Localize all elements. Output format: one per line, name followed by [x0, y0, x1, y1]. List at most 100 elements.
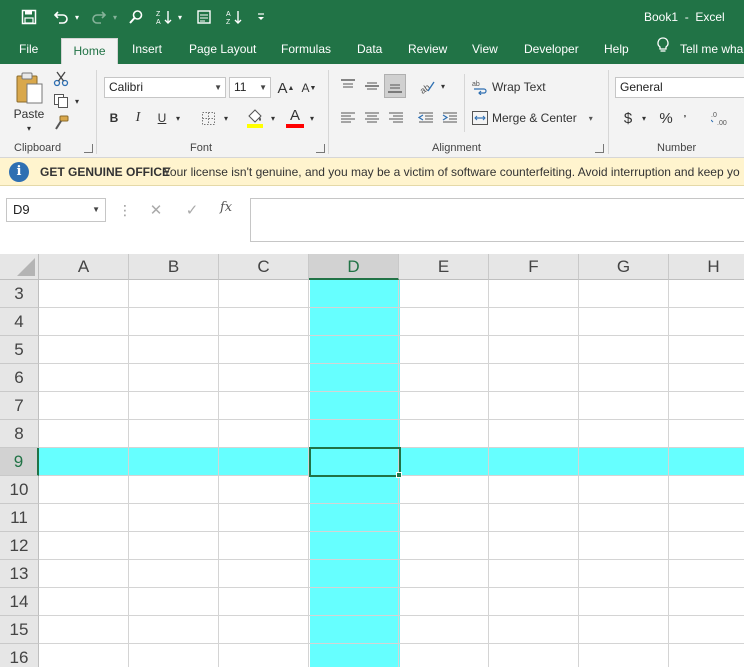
increase-indent-icon[interactable]: [440, 108, 460, 128]
decrease-indent-icon[interactable]: [416, 108, 436, 128]
redo-icon[interactable]: [88, 6, 110, 28]
tab-page-layout[interactable]: Page Layout: [189, 35, 256, 64]
align-top-icon[interactable]: [338, 76, 358, 96]
worksheet-grid[interactable]: ABCDEFGH 3 4 5 6 7 8 9 10 11 12 13 14 15 16: [0, 254, 744, 667]
svg-text:Z: Z: [226, 19, 231, 25]
row-header-12[interactable]: 12: [0, 532, 39, 560]
orientation-icon[interactable]: ab: [416, 76, 438, 96]
tab-home[interactable]: Home: [61, 38, 118, 64]
column-header-h[interactable]: H: [669, 254, 744, 280]
tab-view[interactable]: View: [472, 35, 498, 64]
align-bottom-icon[interactable]: [384, 74, 406, 98]
sort-dropdown-icon[interactable]: ▾: [175, 6, 185, 28]
row-header-11[interactable]: 11: [0, 504, 39, 532]
column-header-f[interactable]: F: [489, 254, 579, 280]
align-right-icon[interactable]: [386, 108, 406, 128]
tab-data[interactable]: Data: [357, 35, 382, 64]
row-header-15[interactable]: 15: [0, 616, 39, 644]
row-header-8[interactable]: 8: [0, 420, 39, 448]
clipboard-launcher-icon[interactable]: [84, 144, 93, 153]
paste-dropdown-icon[interactable]: ▾: [22, 122, 36, 134]
active-cell-d9[interactable]: [309, 447, 401, 477]
row-header-14[interactable]: 14: [0, 588, 39, 616]
grow-font-button[interactable]: A ▲: [277, 78, 295, 98]
undo-icon[interactable]: [50, 6, 72, 28]
row-header-9[interactable]: 9: [0, 448, 39, 476]
wrap-text-button[interactable]: ab Wrap Text: [472, 76, 552, 98]
bold-button[interactable]: B: [106, 108, 122, 128]
increase-decimal-icon[interactable]: .0.00: [710, 108, 734, 128]
row-header-10[interactable]: 10: [0, 476, 39, 504]
align-left-icon[interactable]: [338, 108, 358, 128]
currency-button[interactable]: $: [620, 108, 636, 128]
comma-style-icon[interactable]: ❜: [680, 108, 690, 128]
copy-icon[interactable]: [52, 92, 70, 110]
tell-me-box[interactable]: Tell me wha: [656, 35, 743, 64]
row-header-7[interactable]: 7: [0, 392, 39, 420]
percent-button[interactable]: %: [656, 108, 676, 128]
font-size-combo[interactable]: 11 ▼: [229, 77, 271, 98]
row-header-3[interactable]: 3: [0, 280, 39, 308]
tab-formulas[interactable]: Formulas: [281, 35, 331, 64]
underline-dropdown-icon[interactable]: ▾: [172, 108, 184, 128]
select-all-button[interactable]: [0, 254, 39, 280]
row-header-16[interactable]: 16: [0, 644, 39, 667]
name-box[interactable]: D9 ▼: [6, 198, 106, 222]
tab-review[interactable]: Review: [408, 35, 447, 64]
font-name-combo[interactable]: Calibri ▼: [104, 77, 226, 98]
row-header-4[interactable]: 4: [0, 308, 39, 336]
cut-icon[interactable]: [52, 70, 70, 88]
borders-dropdown-icon[interactable]: ▾: [220, 108, 232, 128]
tab-help[interactable]: Help: [604, 35, 629, 64]
column-header-c[interactable]: C: [219, 254, 309, 280]
column-header-d[interactable]: D: [309, 254, 399, 280]
column-header-e[interactable]: E: [399, 254, 489, 280]
row-header-6[interactable]: 6: [0, 364, 39, 392]
tab-file[interactable]: File: [19, 35, 38, 64]
tab-insert[interactable]: Insert: [132, 35, 162, 64]
redo-dropdown-icon[interactable]: ▾: [110, 6, 120, 28]
tab-developer[interactable]: Developer: [524, 35, 579, 64]
align-middle-icon[interactable]: [362, 76, 382, 96]
copy-dropdown-icon[interactable]: ▾: [72, 94, 82, 108]
column-header-g[interactable]: G: [579, 254, 669, 280]
wrap-text-icon: ab: [472, 81, 487, 95]
save-icon[interactable]: [19, 6, 39, 28]
font-color-dropdown-icon[interactable]: ▾: [306, 108, 318, 128]
insert-function-button[interactable]: fx: [220, 200, 232, 215]
number-format-combo[interactable]: General: [615, 77, 744, 98]
cancel-formula-icon[interactable]: ✕: [146, 200, 166, 220]
formula-bar-grip-icon[interactable]: ⋮: [118, 200, 132, 220]
column-header-b[interactable]: B: [129, 254, 219, 280]
alignment-launcher-icon[interactable]: [595, 144, 604, 153]
italic-button[interactable]: I: [130, 108, 146, 128]
align-center-icon[interactable]: [362, 108, 382, 128]
customize-qat-icon[interactable]: [254, 6, 268, 28]
underline-button[interactable]: U: [154, 108, 170, 128]
enter-formula-icon[interactable]: ✓: [182, 200, 202, 220]
font-color-button[interactable]: A: [284, 106, 306, 130]
gridline-horizontal: [39, 559, 744, 560]
sort-descending-icon[interactable]: ZA: [154, 6, 174, 28]
shrink-font-button[interactable]: A ▼: [300, 78, 318, 98]
undo-dropdown-icon[interactable]: ▾: [72, 6, 82, 28]
merge-center-button[interactable]: Merge & Center ▾: [472, 107, 602, 129]
row-header-5[interactable]: 5: [0, 336, 39, 364]
fill-color-dropdown-icon[interactable]: ▾: [267, 108, 279, 128]
find-icon[interactable]: [126, 6, 146, 28]
currency-dropdown-icon[interactable]: ▾: [638, 108, 650, 128]
formula-input[interactable]: [250, 198, 744, 242]
paste-icon[interactable]: [12, 70, 46, 106]
form-icon[interactable]: [194, 6, 214, 28]
fill-handle[interactable]: [396, 472, 402, 478]
gridline-horizontal: [39, 503, 744, 504]
column-header-a[interactable]: A: [39, 254, 129, 280]
sort-ascending-icon[interactable]: AZ: [224, 6, 244, 28]
format-painter-icon[interactable]: [52, 114, 70, 132]
row-header-13[interactable]: 13: [0, 560, 39, 588]
font-launcher-icon[interactable]: [316, 144, 325, 153]
paste-button-label[interactable]: Paste: [12, 106, 46, 122]
orientation-dropdown-icon[interactable]: ▾: [438, 76, 448, 96]
fill-color-icon[interactable]: [244, 106, 266, 130]
borders-icon[interactable]: [198, 108, 218, 128]
